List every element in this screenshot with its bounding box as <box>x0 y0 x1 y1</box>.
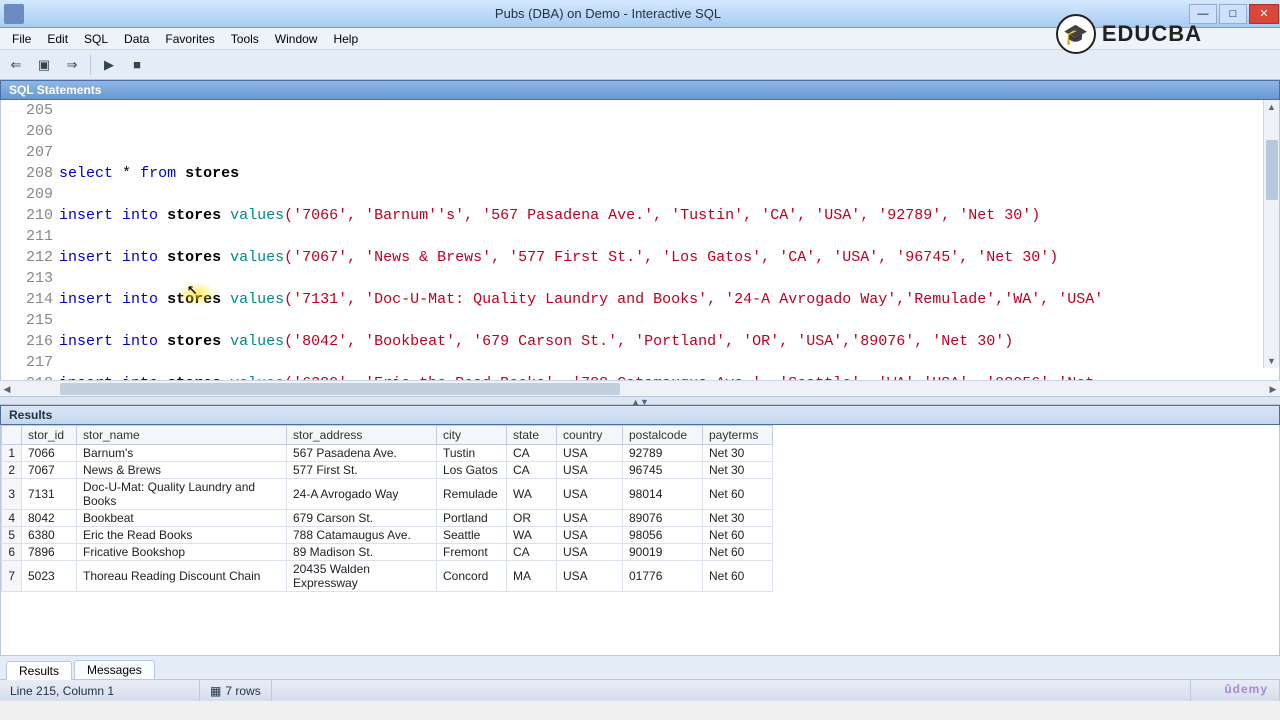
scroll-down-icon[interactable]: ▼ <box>1264 354 1279 368</box>
line-number-gutter: 205206207 208209210 211212213 214215216 … <box>1 100 59 380</box>
menu-window[interactable]: Window <box>267 30 326 48</box>
tab-results[interactable]: Results <box>6 661 72 680</box>
menu-file[interactable]: File <box>4 30 39 48</box>
editor-horizontal-scrollbar[interactable]: ◀ ▶ <box>0 380 1280 396</box>
run-button[interactable]: ▶ <box>97 53 121 77</box>
maximize-button[interactable]: □ <box>1219 4 1247 24</box>
menu-tools[interactable]: Tools <box>223 30 267 48</box>
udemy-watermark: ûdemy <box>1224 682 1268 696</box>
app-icon <box>4 4 24 24</box>
close-button[interactable]: ✕ <box>1249 4 1279 24</box>
status-cursor-position: Line 215, Column 1 <box>0 680 200 701</box>
table-row[interactable]: 17066Barnum's567 Pasadena Ave.TustinCAUS… <box>2 445 773 462</box>
toolbar: ⇐ ▣ ⇒ ▶ ■ <box>0 50 1280 80</box>
results-header-row: stor_id stor_name stor_address city stat… <box>2 426 773 445</box>
table-row[interactable]: 48042Bookbeat679 Carson St.PortlandORUSA… <box>2 510 773 527</box>
results-grid[interactable]: stor_id stor_name stor_address city stat… <box>0 425 1280 655</box>
table-row[interactable]: 37131Doc-U-Mat: Quality Laundry and Book… <box>2 479 773 510</box>
minimize-button[interactable]: — <box>1189 4 1217 24</box>
menu-edit[interactable]: Edit <box>39 30 76 48</box>
scroll-right-icon[interactable]: ▶ <box>1266 381 1280 397</box>
editor-pane-title: SQL Statements <box>0 80 1280 100</box>
menu-sql[interactable]: SQL <box>76 30 116 48</box>
scroll-thumb[interactable] <box>1266 140 1278 200</box>
menu-data[interactable]: Data <box>116 30 157 48</box>
menubar: File Edit SQL Data Favorites Tools Windo… <box>0 28 1280 50</box>
sql-editor[interactable]: 205206207 208209210 211212213 214215216 … <box>0 100 1280 380</box>
scroll-up-icon[interactable]: ▲ <box>1264 100 1279 114</box>
pane-splitter[interactable]: ▲▼ <box>0 396 1280 405</box>
table-row[interactable]: 56380Eric the Read Books788 Catamaugus A… <box>2 527 773 544</box>
save-button[interactable]: ▣ <box>32 53 56 77</box>
grid-icon: ▦ <box>210 684 221 698</box>
toolbar-separator <box>90 55 91 75</box>
titlebar: Pubs (DBA) on Demo - Interactive SQL — □… <box>0 0 1280 28</box>
hscroll-thumb[interactable] <box>60 383 620 395</box>
code-area[interactable]: select * from stores insert into stores … <box>59 100 1279 380</box>
stop-button[interactable]: ■ <box>125 53 149 77</box>
status-row-count: ▦ 7 rows <box>200 680 272 701</box>
statusbar: Line 215, Column 1 ▦ 7 rows <box>0 679 1280 701</box>
menu-help[interactable]: Help <box>325 30 366 48</box>
back-button[interactable]: ⇐ <box>4 53 28 77</box>
window-title: Pubs (DBA) on Demo - Interactive SQL <box>28 6 1188 21</box>
menu-favorites[interactable]: Favorites <box>157 30 222 48</box>
table-row[interactable]: 27067News & Brews577 First St.Los GatosC… <box>2 462 773 479</box>
scroll-left-icon[interactable]: ◀ <box>0 381 14 397</box>
editor-vertical-scrollbar[interactable]: ▲ ▼ <box>1263 100 1279 368</box>
results-tabs: Results Messages <box>0 655 1280 679</box>
forward-button[interactable]: ⇒ <box>60 53 84 77</box>
tab-messages[interactable]: Messages <box>74 660 155 679</box>
results-pane-title: Results <box>0 405 1280 425</box>
table-row[interactable]: 67896Fricative Bookshop89 Madison St.Fre… <box>2 544 773 561</box>
table-row[interactable]: 75023Thoreau Reading Discount Chain20435… <box>2 561 773 592</box>
